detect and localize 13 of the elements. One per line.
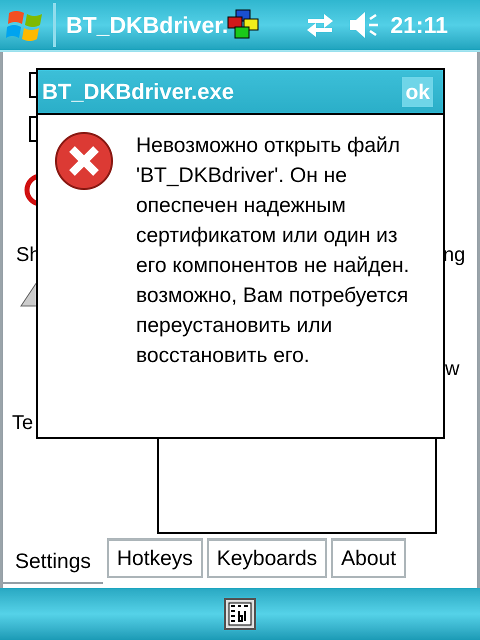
window-title: BT_DKBdriver. <box>66 10 228 40</box>
tab[interactable]: Hotkeys <box>106 538 203 578</box>
setting-label: Te <box>12 411 34 436</box>
speaker-icon[interactable] <box>348 10 380 40</box>
error-icon <box>54 131 114 191</box>
error-message: Невозможно открыть файл 'BT_DKBdriver'. Он не опеспечен надежным сертификатом или один из его компонентов не найден. возможно, Вам потребуется переустановить или восстановить его. <box>136 133 410 369</box>
tab[interactable]: Keyboards <box>206 538 328 578</box>
setting-label: w <box>445 357 460 382</box>
keyboard-icon[interactable] <box>224 598 256 630</box>
app-icon <box>226 9 260 41</box>
tab[interactable]: About <box>331 538 406 578</box>
dialog-title: BT_DKBdriver.exe <box>42 78 234 106</box>
setting-label: ng <box>443 243 466 268</box>
